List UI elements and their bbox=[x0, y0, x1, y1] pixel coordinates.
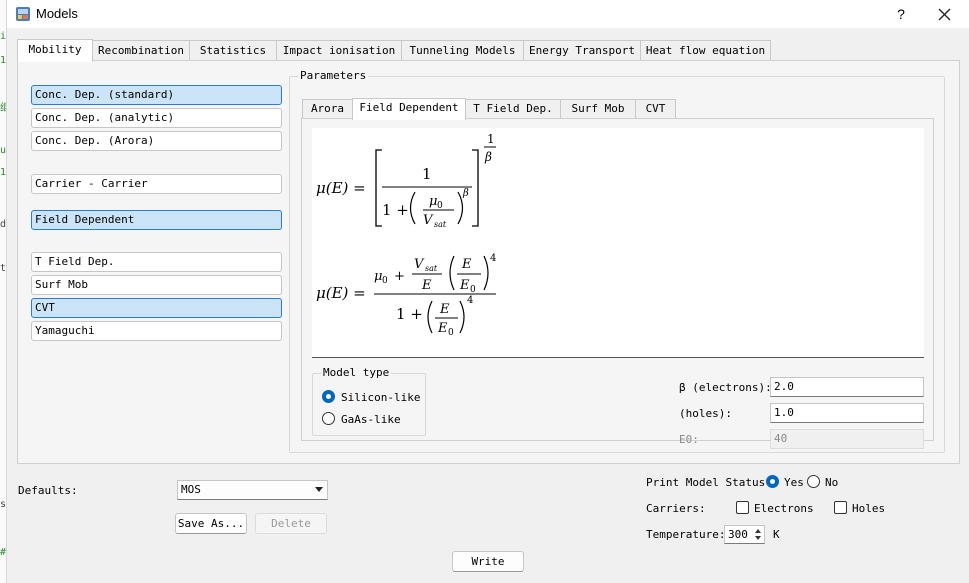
defaults-select[interactable]: MOS bbox=[177, 480, 328, 500]
electrons-label: Electrons bbox=[754, 502, 814, 515]
gaas-like-label: GaAs-like bbox=[341, 413, 401, 426]
formula1-outer-beta: β bbox=[484, 150, 492, 164]
print-status-no-label: No bbox=[825, 476, 839, 489]
tab-heat-flow-equation[interactable]: Heat flow equation bbox=[640, 40, 771, 61]
formula2-inner-e0: E bbox=[459, 278, 470, 293]
subtab-field-dependent[interactable]: Field Dependent bbox=[352, 98, 466, 120]
print-status-yes-label: Yes bbox=[784, 476, 804, 489]
spin-arrows-icon[interactable] bbox=[753, 527, 763, 542]
tab-energy-transport[interactable]: Energy Transport bbox=[523, 40, 641, 61]
write-button[interactable]: Write bbox=[452, 551, 524, 572]
formula2-plus: + bbox=[394, 269, 405, 284]
defaults-label: Defaults: bbox=[18, 484, 78, 497]
model-cvt[interactable]: CVT bbox=[31, 298, 282, 318]
holes-label: Holes bbox=[852, 502, 886, 515]
model-type-title: Model type bbox=[321, 366, 392, 379]
chevron-down-icon bbox=[315, 487, 323, 492]
formula1-plus: 1 + bbox=[382, 201, 409, 219]
carriers-label: Carriers: bbox=[646, 502, 706, 515]
formula2-denom-e0-sub: 0 bbox=[448, 328, 454, 338]
formula2-mu-sub: 0 bbox=[382, 276, 388, 286]
model-conc-dep-standard[interactable]: Conc. Dep. (standard) bbox=[31, 85, 282, 105]
models-dialog: Models ? Mobility Recombination Statisti… bbox=[6, 0, 969, 583]
formula1-beta-exp: β bbox=[462, 188, 469, 199]
holes-checkbox[interactable] bbox=[834, 501, 847, 514]
model-conc-dep-analytic[interactable]: Conc. Dep. (analytic) bbox=[31, 108, 282, 128]
subtab-cvt[interactable]: CVT bbox=[635, 99, 676, 119]
print-status-no-radio[interactable] bbox=[807, 475, 820, 488]
defaults-select-value: MOS bbox=[181, 483, 201, 496]
temperature-value: 300 bbox=[728, 528, 748, 541]
close-icon[interactable] bbox=[929, 2, 959, 26]
window-title: Models bbox=[36, 6, 78, 21]
formula2-denom-exp4: 4 bbox=[467, 295, 473, 306]
e0-label: E0: bbox=[679, 433, 699, 446]
parameters-title: Parameters bbox=[298, 69, 369, 82]
mobility-page: Conc. Dep. (standard) Conc. Dep. (analyt… bbox=[17, 60, 960, 464]
model-yamaguchi[interactable]: Yamaguchi bbox=[31, 321, 282, 341]
tab-statistics[interactable]: Statistics bbox=[189, 40, 277, 61]
parameters-group: Parameters Arora Field Dependent T Field… bbox=[289, 70, 945, 453]
model-conc-dep-arora[interactable]: Conc. Dep. (Arora) bbox=[31, 131, 282, 151]
formula2-vsat: V bbox=[414, 257, 425, 272]
temperature-spinbox[interactable]: 300 bbox=[724, 525, 765, 544]
formula2-inner-e: E bbox=[461, 257, 472, 272]
help-button[interactable]: ? bbox=[887, 3, 915, 25]
tab-mobility[interactable]: Mobility bbox=[17, 39, 93, 62]
delete-button[interactable]: Delete bbox=[255, 513, 327, 534]
e0-field[interactable]: 40 bbox=[770, 429, 924, 449]
formula1-vsat: V bbox=[423, 213, 434, 228]
formula2-lhs: μ(E) = bbox=[316, 284, 366, 302]
subtab-t-field-dep[interactable]: T Field Dep. bbox=[465, 99, 561, 119]
print-model-status-label: Print Model Status: bbox=[646, 476, 772, 489]
tab-tunneling-models[interactable]: Tunneling Models bbox=[401, 40, 524, 61]
subtab-arora[interactable]: Arora bbox=[302, 99, 353, 119]
formula2-exp4: 4 bbox=[490, 253, 496, 264]
temperature-unit: K bbox=[773, 528, 780, 541]
model-field-dependent[interactable]: Field Dependent bbox=[31, 210, 282, 230]
electrons-checkbox[interactable] bbox=[736, 501, 749, 514]
silicon-like-radio[interactable] bbox=[322, 390, 335, 403]
temperature-label: Temperature: bbox=[646, 528, 726, 541]
save-as-button[interactable]: Save As... bbox=[175, 513, 247, 534]
gaas-like-radio[interactable] bbox=[322, 412, 335, 425]
formula1-lhs: μ(E) = bbox=[316, 179, 366, 197]
model-type-group: Model type Silicon-like GaAs-like bbox=[312, 367, 426, 436]
print-status-yes-radio[interactable] bbox=[766, 475, 779, 488]
title-bar[interactable]: Models ? bbox=[7, 0, 969, 28]
formula1-numerator: 1 bbox=[422, 165, 432, 183]
beta-electrons-label: β (electrons): bbox=[679, 381, 772, 394]
beta-holes-field[interactable]: 1.0 bbox=[770, 403, 924, 423]
formula1-outer-one: 1 bbox=[487, 132, 495, 146]
silicon-like-label: Silicon-like bbox=[341, 391, 421, 404]
subtab-surf-mob[interactable]: Surf Mob bbox=[560, 99, 636, 119]
field-dependent-page: μ(E) = 1 1 + μ 0 V sat β 1 β μ(E) = μ 0 … bbox=[301, 118, 934, 449]
model-t-field-dep[interactable]: T Field Dep. bbox=[31, 252, 282, 272]
formula2-vsat-sub: sat bbox=[425, 264, 438, 273]
model-surf-mob[interactable]: Surf Mob bbox=[31, 275, 282, 295]
formula-display: μ(E) = 1 1 + μ 0 V sat β 1 β μ(E) = μ 0 … bbox=[312, 128, 924, 358]
tab-recombination[interactable]: Recombination bbox=[92, 40, 190, 61]
tab-impact-ionisation[interactable]: Impact ionisation bbox=[276, 40, 402, 61]
formula1-vsat-sub: sat bbox=[434, 220, 447, 229]
beta-holes-label: (holes): bbox=[679, 407, 732, 420]
formula2-denom-e0: E bbox=[437, 321, 448, 336]
model-carrier-carrier[interactable]: Carrier - Carrier bbox=[31, 174, 282, 194]
beta-electrons-field[interactable]: 2.0 bbox=[770, 377, 924, 397]
formula2-e: E bbox=[421, 278, 432, 293]
mobility-formulas: μ(E) = 1 1 + μ 0 V sat β 1 β μ(E) = μ 0 … bbox=[316, 132, 496, 338]
app-icon bbox=[16, 7, 30, 21]
formula2-denom-e: E bbox=[439, 302, 450, 317]
formula2-denom-plus: 1 + bbox=[396, 305, 423, 323]
